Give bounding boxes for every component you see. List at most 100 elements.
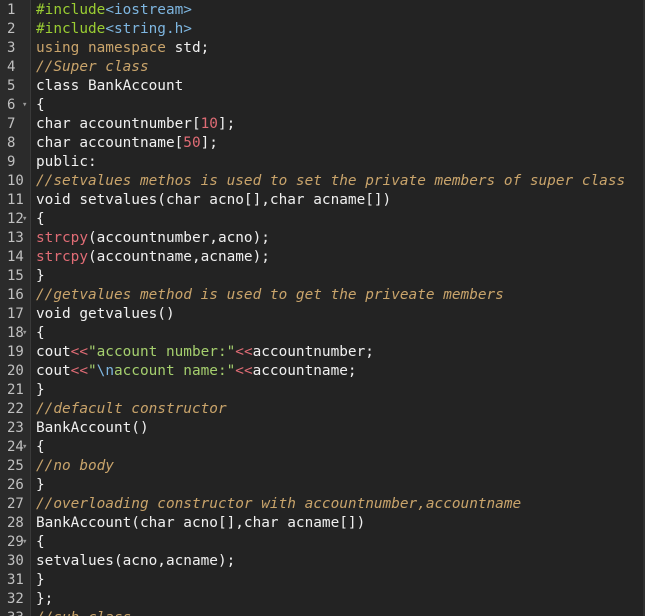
- code-token: setvalues(acno,acname);: [36, 553, 236, 569]
- line-number: 14: [7, 249, 24, 265]
- code-token: #include: [36, 21, 106, 37]
- code-token: using namespace: [36, 40, 166, 56]
- fold-arrow-icon[interactable]: ▾: [22, 438, 31, 457]
- fold-arrow-icon[interactable]: ▾: [22, 324, 31, 343]
- line-number: 20: [7, 363, 24, 379]
- code-line[interactable]: char accountname[50];: [36, 134, 218, 153]
- code-line[interactable]: #include<string.h>: [36, 20, 192, 39]
- code-token: }: [36, 477, 45, 493]
- line-number: 8: [7, 135, 16, 151]
- code-token: BankAccount(char acno[],char acname[]): [36, 515, 366, 531]
- line-number: 19: [7, 344, 24, 360]
- code-line[interactable]: }: [36, 476, 45, 495]
- code-token: cout: [36, 344, 71, 360]
- line-number: 10: [7, 173, 24, 189]
- code-token: <<: [70, 344, 88, 360]
- line-number: 15: [7, 268, 24, 284]
- code-line[interactable]: strcpy(accountname,acname);: [36, 248, 270, 267]
- line-number: 4: [7, 59, 16, 75]
- code-line[interactable]: };: [36, 590, 53, 609]
- code-line[interactable]: cout<<"\naccount name:"<<accountname;: [36, 362, 357, 381]
- code-token: void setvalues(char acno[],char acname[]…: [36, 192, 392, 208]
- line-number: 26: [7, 477, 24, 493]
- code-line[interactable]: //Super class: [36, 58, 149, 77]
- code-line[interactable]: {: [36, 210, 45, 229]
- code-line[interactable]: strcpy(accountnumber,acno);: [36, 229, 270, 248]
- line-number: 27: [7, 496, 24, 512]
- code-line[interactable]: }: [36, 267, 45, 286]
- line-number: 2: [7, 21, 16, 37]
- code-line[interactable]: //setvalues methos is used to set the pr…: [36, 172, 625, 191]
- code-token: (accountname,acname);: [87, 249, 270, 265]
- code-token: {: [36, 211, 45, 227]
- code-token: //getvalues method is used to get the pr…: [36, 287, 504, 303]
- line-number: 3: [7, 40, 16, 56]
- code-token: public:: [36, 154, 97, 170]
- code-line[interactable]: {: [36, 96, 45, 115]
- code-line[interactable]: using namespace std;: [36, 39, 209, 58]
- code-line[interactable]: //sub class: [36, 609, 131, 616]
- line-number: 9: [7, 154, 16, 170]
- line-number: 33: [0, 609, 30, 616]
- line-number: 21: [7, 382, 24, 398]
- line-number: 5: [7, 78, 16, 94]
- line-number: 11: [7, 192, 24, 208]
- code-line[interactable]: //getvalues method is used to get the pr…: [36, 286, 504, 305]
- code-line[interactable]: BankAccount(char acno[],char acname[]): [36, 514, 365, 533]
- line-number: 25: [7, 458, 24, 474]
- code-token: char accountnumber[: [36, 116, 201, 132]
- code-token: accountname;: [252, 363, 357, 379]
- line-number: 32: [7, 591, 24, 607]
- code-token: <iostream>: [105, 2, 192, 18]
- code-line[interactable]: //overloading constructor with accountnu…: [36, 495, 521, 514]
- code-line[interactable]: //no body: [36, 457, 114, 476]
- code-line[interactable]: }: [36, 571, 45, 590]
- code-token: std;: [165, 40, 210, 56]
- line-number: 28: [7, 515, 24, 531]
- line-number: 17: [7, 306, 24, 322]
- code-line[interactable]: public:: [36, 153, 97, 172]
- code-line[interactable]: cout<<"account number:"<<accountnumber;: [36, 343, 374, 362]
- code-token: void getvalues(): [36, 306, 175, 322]
- fold-arrow-icon[interactable]: ▾: [22, 96, 31, 115]
- code-line[interactable]: #include<iostream>: [36, 1, 192, 20]
- line-number: 16: [7, 287, 24, 303]
- code-editor[interactable]: 1 #include<iostream> 2 #include<string.h> 3 u…: [0, 0, 645, 616]
- code-token: <<: [235, 344, 253, 360]
- code-token: {: [36, 325, 45, 341]
- code-token: {: [36, 534, 45, 550]
- line-number: 7: [7, 116, 16, 132]
- code-token: {: [36, 439, 45, 455]
- code-line[interactable]: //defacult constructor: [36, 400, 227, 419]
- line-number: 1: [7, 2, 16, 18]
- code-token: cout: [36, 363, 71, 379]
- code-token: <string.h>: [105, 21, 192, 37]
- code-token: };: [36, 591, 54, 607]
- code-line[interactable]: {: [36, 533, 45, 552]
- code-line[interactable]: setvalues(acno,acname);: [36, 552, 235, 571]
- code-line[interactable]: void setvalues(char acno[],char acname[]…: [36, 191, 391, 210]
- line-number: 13: [7, 230, 24, 246]
- code-token: }: [36, 382, 45, 398]
- code-token: class BankAccount: [36, 78, 184, 94]
- code-line[interactable]: char accountnumber[10];: [36, 115, 235, 134]
- code-token: char accountname[: [36, 135, 184, 151]
- fold-arrow-icon[interactable]: ▾: [22, 533, 31, 552]
- code-token: ];: [217, 116, 236, 132]
- code-line[interactable]: BankAccount(): [36, 419, 149, 438]
- code-token: (accountnumber,acno);: [87, 230, 270, 246]
- code-token: strcpy: [36, 230, 88, 246]
- line-number: 31: [7, 572, 24, 588]
- code-line[interactable]: {: [36, 438, 45, 457]
- line-number: 23: [7, 420, 24, 436]
- code-line[interactable]: class BankAccount: [36, 77, 183, 96]
- fold-arrow-icon[interactable]: ▾: [22, 210, 31, 229]
- code-line[interactable]: {: [36, 324, 45, 343]
- code-line[interactable]: void getvalues(): [36, 305, 175, 324]
- code-token: //overloading constructor with accountnu…: [36, 496, 522, 512]
- code-line[interactable]: }: [36, 381, 45, 400]
- line-number: 22: [7, 401, 24, 417]
- code-token: <<: [235, 363, 253, 379]
- code-token: //setvalues methos is used to set the pr…: [36, 173, 626, 189]
- code-token: 50: [183, 135, 201, 151]
